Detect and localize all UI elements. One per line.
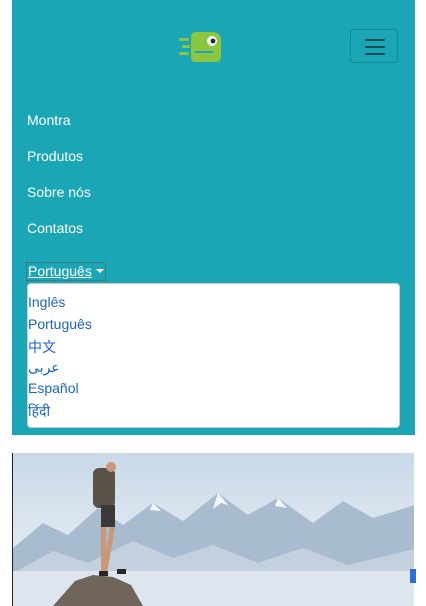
nav-link-montra[interactable]: Montra — [27, 112, 71, 128]
language-option-chinese[interactable]: 中文 — [28, 337, 56, 357]
nav-link-contatos[interactable]: Contatos — [27, 220, 83, 236]
language-selected-label: Português — [28, 263, 92, 279]
caret-down-icon — [95, 269, 104, 273]
language-option-ingles[interactable]: Inglês — [28, 294, 65, 310]
language-option-arabic[interactable]: عربى — [28, 359, 60, 376]
accent-marker — [410, 569, 416, 583]
hamburger-menu-icon — [365, 39, 385, 55]
language-dropdown-toggle[interactable]: Português — [26, 262, 106, 281]
nav-link-sobre-nos[interactable]: Sobre nós — [27, 184, 91, 200]
nav-link-produtos[interactable]: Produtos — [27, 148, 83, 164]
navbar: Montra Produtos Sobre nós Contatos Portu… — [12, 0, 415, 435]
menu-toggle-button[interactable] — [350, 29, 398, 63]
hero-image — [12, 453, 414, 606]
language-option-hindi[interactable]: हिंदी — [28, 402, 50, 421]
lizard-logo-icon[interactable] — [179, 28, 223, 66]
language-option-portugues[interactable]: Português — [28, 316, 92, 332]
language-dropdown-menu: Inglês Português 中文 عربى Español हिंदी — [27, 283, 400, 428]
language-option-espanol[interactable]: Español — [28, 380, 79, 396]
